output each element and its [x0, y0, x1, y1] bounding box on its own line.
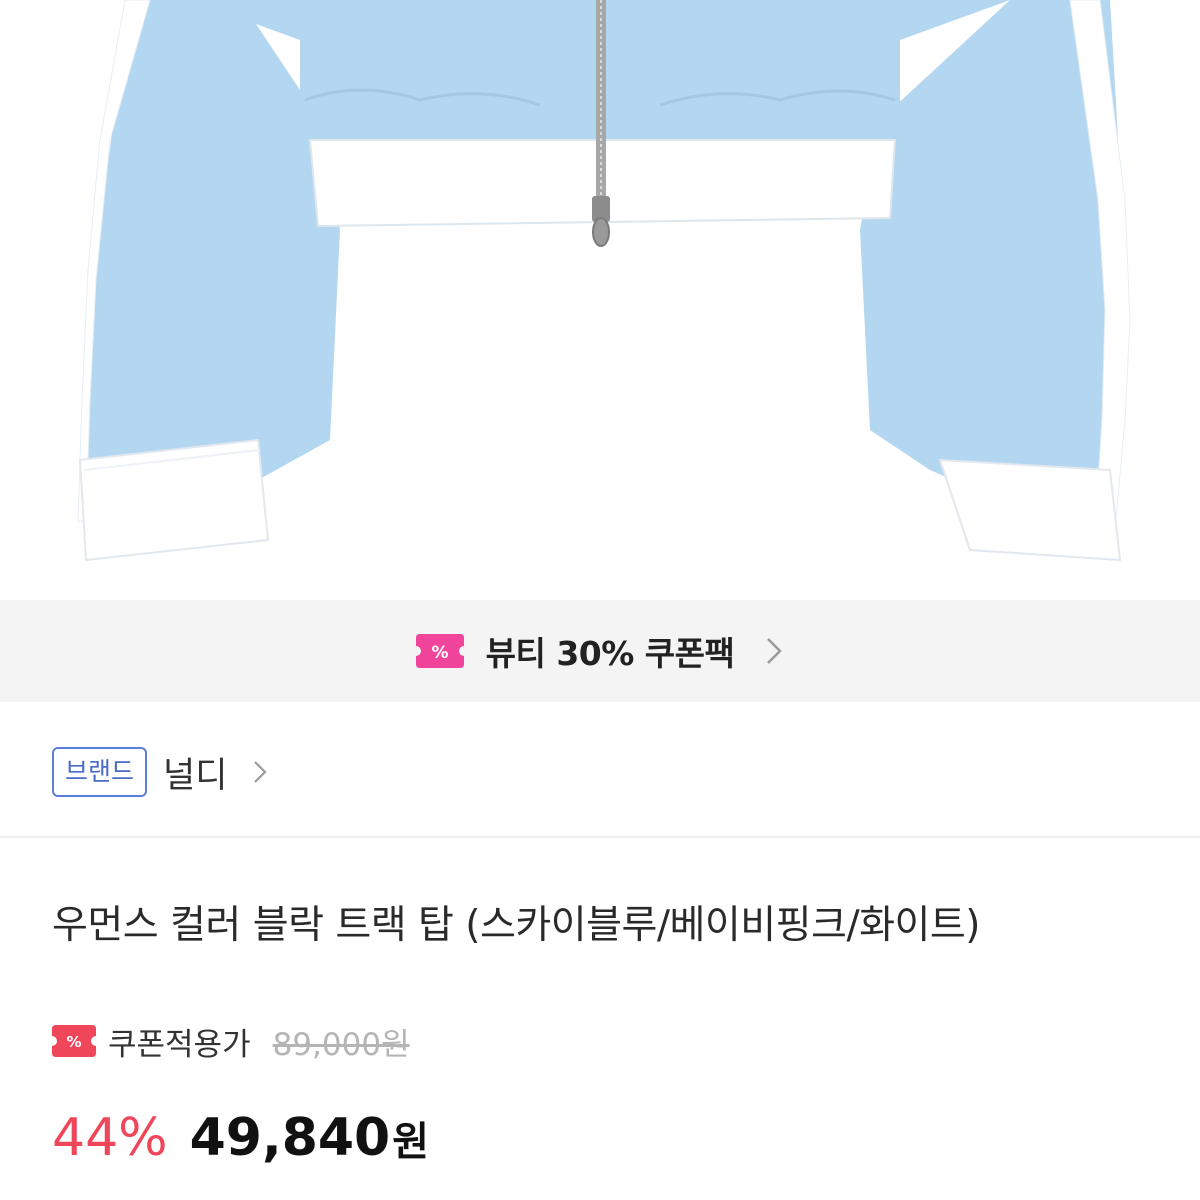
expand-icon[interactable]	[0, 0, 46, 56]
original-price: 89,000원	[272, 1026, 410, 1063]
currency-unit: 원	[392, 1119, 430, 1165]
brand-row[interactable]: 브랜드 널디	[52, 745, 267, 799]
product-title: 우먼스 컬러 블락 트랙 탑 (스카이블루/베이비핑크/화이트)	[52, 903, 980, 948]
brand-name-link[interactable]: 널디	[163, 747, 227, 798]
coupon-banner-text: 뷰티 30% 쿠폰팩	[485, 634, 735, 673]
section-divider	[0, 836, 1200, 838]
sale-price: 49,840	[189, 1108, 391, 1168]
coupon-ticket-icon: %	[415, 634, 464, 668]
coupon-price-label: 쿠폰적용가	[108, 1026, 251, 1063]
chevron-right-icon	[254, 761, 267, 783]
coupon-icon: %	[52, 1025, 96, 1057]
price-row: 44% 49,840 원	[52, 1108, 429, 1178]
jacket-image	[77, 0, 1131, 562]
discount-rate: 44%	[52, 1108, 168, 1168]
brand-badge: 브랜드	[52, 747, 148, 797]
coupon-pack-banner[interactable]: % 뷰티 30% 쿠폰팩	[0, 600, 1200, 702]
svg-text:%: %	[66, 1033, 81, 1051]
svg-text:%: %	[431, 643, 448, 663]
coupon-price-row: % 쿠폰적용가 89,000원	[52, 1016, 410, 1066]
product-image[interactable]	[0, 0, 1200, 600]
chevron-right-icon	[767, 638, 783, 664]
